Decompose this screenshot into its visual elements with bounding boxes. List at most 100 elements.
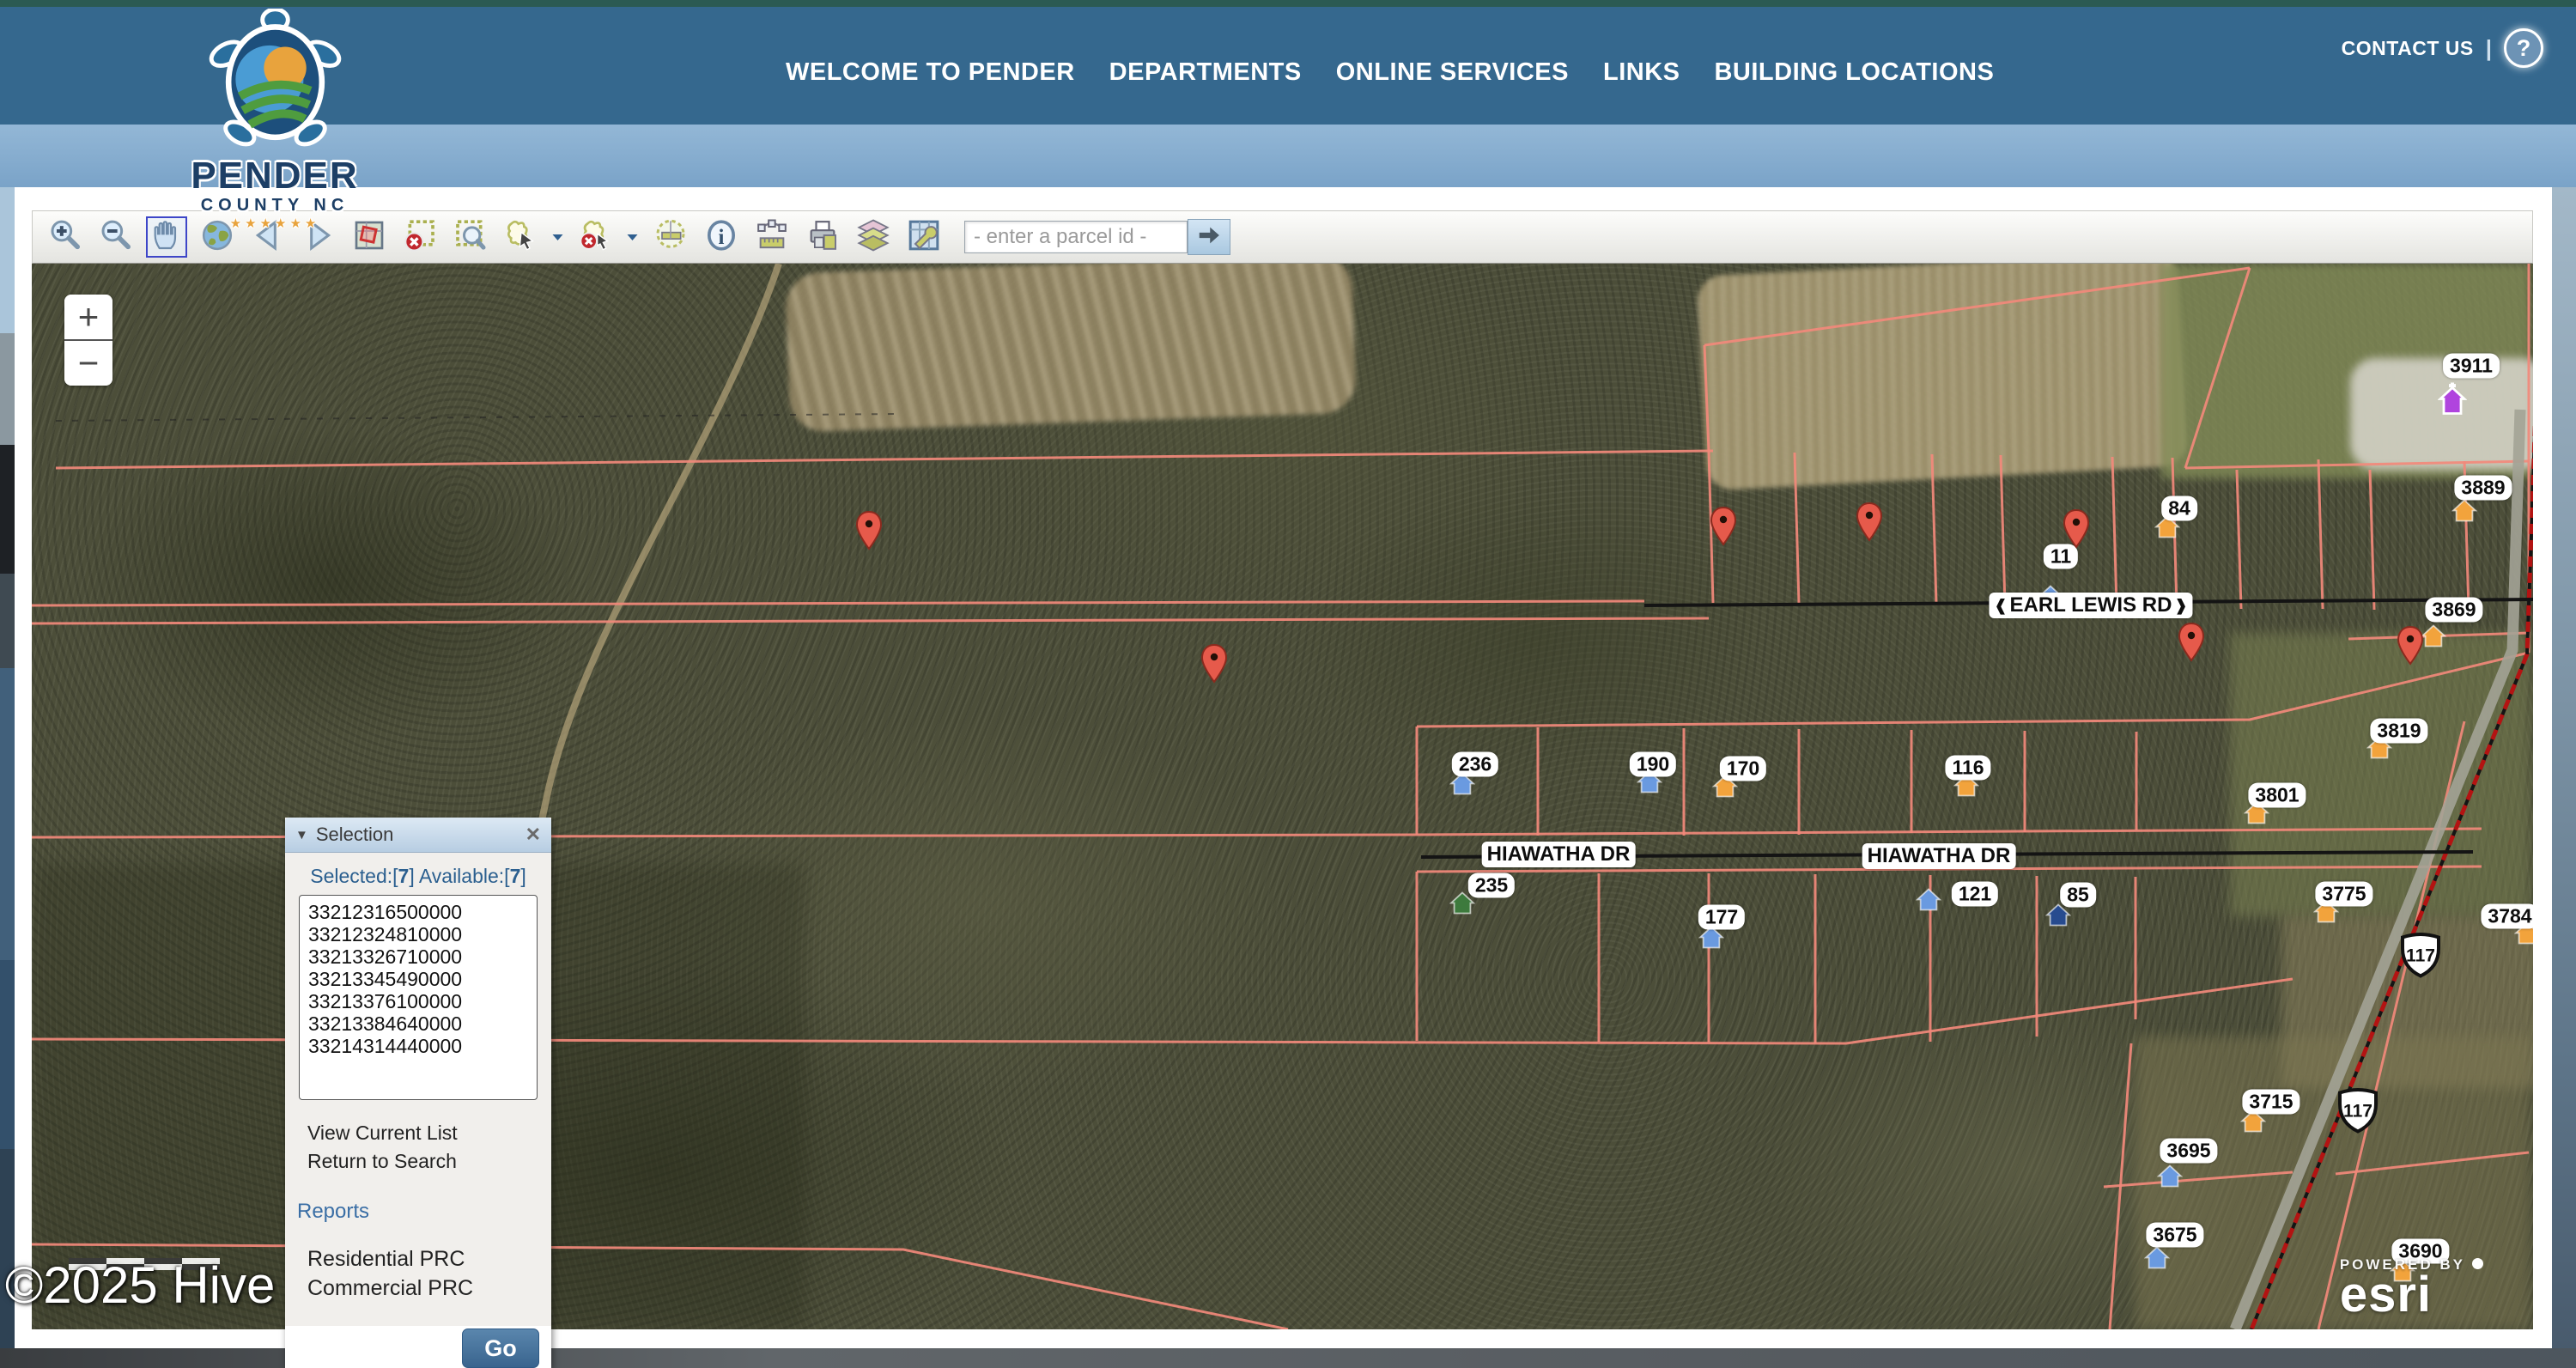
unselect-by-polygon-tool[interactable] bbox=[575, 216, 617, 258]
selected-parcels-listbox[interactable]: 3321231650000033212324810000332133267100… bbox=[299, 895, 538, 1100]
powered-by-text: POWERED BY bbox=[2340, 1256, 2465, 1273]
selected-parcel-id[interactable]: 33213384640000 bbox=[308, 1012, 528, 1035]
selected-parcel-id[interactable]: 33212316500000 bbox=[308, 901, 528, 923]
selected-parcel-id[interactable]: 33212324810000 bbox=[308, 923, 528, 945]
parcel-label-3911: 3911 bbox=[2443, 354, 2500, 379]
measure-icon bbox=[755, 218, 789, 257]
map-zoom-control: + − bbox=[64, 295, 112, 386]
parcel-label-121: 121 bbox=[1952, 882, 1998, 907]
parcel-id-input[interactable] bbox=[964, 221, 1188, 253]
select-by-polygon-tool-dropdown[interactable] bbox=[551, 216, 567, 258]
site-header: WELCOME TO PENDER DEPARTMENTS ONLINE SERVI… bbox=[0, 7, 2576, 125]
parcel-label-3775: 3775 bbox=[2315, 882, 2372, 907]
esri-dot bbox=[2472, 1258, 2483, 1269]
map-pin-icon[interactable] bbox=[1200, 643, 1229, 688]
us-route-shield: 117 bbox=[2334, 1085, 2382, 1140]
turtle-logo-icon bbox=[204, 9, 346, 153]
clearsel-icon bbox=[403, 218, 437, 257]
parcel-label-3715: 3715 bbox=[2242, 1090, 2300, 1115]
return-to-search-link[interactable]: Return to Search bbox=[307, 1147, 551, 1176]
selection-panel-footer: Go bbox=[285, 1326, 551, 1368]
selected-parcel-id[interactable]: 33213326710000 bbox=[308, 945, 528, 968]
selection-panel-header[interactable]: ▼ Selection ✕ bbox=[285, 818, 551, 853]
nav-item-building-locations[interactable]: BUILDING LOCATIONS bbox=[1714, 58, 1994, 87]
parcel-label-3675: 3675 bbox=[2146, 1223, 2203, 1248]
buffer-icon bbox=[653, 218, 688, 257]
maptools-icon bbox=[907, 218, 941, 257]
selected-parcel-id[interactable]: 33213376100000 bbox=[308, 990, 528, 1012]
selected-count: 7 bbox=[398, 865, 410, 887]
view-current-list-link[interactable]: View Current List bbox=[307, 1119, 551, 1147]
house-icon bbox=[1916, 888, 1941, 916]
road-label: HIAWATHA DR bbox=[1862, 843, 2016, 869]
map-pin-icon[interactable] bbox=[854, 510, 884, 555]
svg-text:117: 117 bbox=[2406, 946, 2435, 966]
us-route-shield: 117 bbox=[2397, 930, 2445, 984]
commercial-prc-link[interactable]: Commercial PRC bbox=[307, 1274, 551, 1303]
zoom-to-selection-tool[interactable] bbox=[450, 216, 491, 258]
identify-tool[interactable]: i bbox=[701, 216, 742, 258]
parcel-label-177: 177 bbox=[1698, 905, 1745, 930]
unselpoly-icon bbox=[579, 218, 613, 257]
nav-item-welcome-to-pender[interactable]: WELCOME TO PENDER bbox=[786, 58, 1075, 87]
selection-summary: Selected:[7] Available:[7] bbox=[285, 865, 551, 888]
map-pin-icon[interactable] bbox=[2062, 508, 2091, 553]
map-zoom-in-button[interactable]: + bbox=[64, 295, 112, 339]
map-pin-icon[interactable] bbox=[2396, 625, 2425, 670]
selpoly-icon bbox=[504, 218, 538, 257]
parcel-label-3869: 3869 bbox=[2425, 598, 2482, 623]
nav-divider: | bbox=[2486, 35, 2492, 62]
map-pin-icon[interactable] bbox=[1855, 502, 1884, 546]
svg-text:117: 117 bbox=[2343, 1102, 2372, 1122]
print-tool[interactable] bbox=[802, 216, 843, 258]
close-icon[interactable]: ✕ bbox=[526, 824, 541, 846]
top-teal-strip bbox=[0, 0, 2576, 7]
layers-tool[interactable] bbox=[853, 216, 894, 258]
residential-prc-link[interactable]: Residential PRC bbox=[307, 1244, 551, 1274]
parcel-label-235: 235 bbox=[1468, 873, 1515, 898]
selected-parcel-id[interactable]: 33214314440000 bbox=[308, 1035, 528, 1057]
road-label: ❰EARL LEWIS RD❱ bbox=[1989, 593, 2192, 618]
main-nav: WELCOME TO PENDER DEPARTMENTS ONLINE SERVI… bbox=[786, 14, 1994, 131]
parcel-label-236: 236 bbox=[1452, 752, 1498, 777]
photo-edge-left bbox=[0, 187, 15, 1368]
zoomin-icon bbox=[48, 218, 82, 257]
right-arrow-icon bbox=[1196, 222, 1222, 252]
parcel-label-84: 84 bbox=[2161, 496, 2197, 521]
map-options-tool[interactable] bbox=[903, 216, 945, 258]
map-pin-icon[interactable] bbox=[2177, 622, 2206, 666]
clear-selection-tool[interactable] bbox=[399, 216, 440, 258]
zoom-out-tool[interactable] bbox=[95, 216, 137, 258]
house-icon bbox=[2144, 1246, 2170, 1274]
esri-logo: esri bbox=[2340, 1274, 2483, 1316]
measure-tool[interactable] bbox=[751, 216, 793, 258]
help-icon[interactable]: ? bbox=[2504, 28, 2543, 68]
church-icon bbox=[2438, 381, 2467, 420]
nav-item-online-services[interactable]: ONLINE SERVICES bbox=[1336, 58, 1569, 87]
zoomout-icon bbox=[99, 218, 133, 257]
nav-item-links[interactable]: LINKS bbox=[1603, 58, 1680, 87]
buffer-tool[interactable] bbox=[650, 216, 691, 258]
reports-header[interactable]: Reports bbox=[297, 1200, 551, 1224]
collapse-triangle-icon[interactable]: ▼ bbox=[295, 828, 308, 842]
house-icon bbox=[2157, 1164, 2183, 1193]
go-button[interactable]: Go bbox=[462, 1328, 539, 1368]
available-count: 7 bbox=[510, 865, 521, 887]
pender-county-gis-page: WELCOME TO PENDER DEPARTMENTS ONLINE SERVI… bbox=[0, 0, 2576, 1368]
contact-us-link[interactable]: CONTACT US bbox=[2342, 37, 2474, 60]
parcel-label-3784: 3784 bbox=[2481, 904, 2533, 929]
selection-panel: ▼ Selection ✕ Selected:[7] Available:[7]… bbox=[285, 818, 551, 1368]
parcel-label-170: 170 bbox=[1720, 757, 1766, 781]
unselect-by-polygon-tool-dropdown[interactable] bbox=[626, 216, 641, 258]
logo-stars: ★★★★★★ bbox=[172, 216, 378, 231]
nav-item-departments[interactable]: DEPARTMENTS bbox=[1109, 58, 1302, 87]
county-logo[interactable]: PENDER COUNTY NC ★★★★★★ bbox=[172, 9, 378, 231]
house-icon bbox=[2451, 499, 2477, 527]
print-icon bbox=[805, 218, 840, 257]
parcel-search-go-button[interactable] bbox=[1188, 219, 1230, 255]
selected-parcel-id[interactable]: 33213345490000 bbox=[308, 968, 528, 990]
select-by-polygon-tool[interactable] bbox=[501, 216, 542, 258]
zoom-in-tool[interactable] bbox=[45, 216, 86, 258]
map-pin-icon[interactable] bbox=[1709, 506, 1738, 550]
map-zoom-out-button[interactable]: − bbox=[64, 341, 112, 386]
